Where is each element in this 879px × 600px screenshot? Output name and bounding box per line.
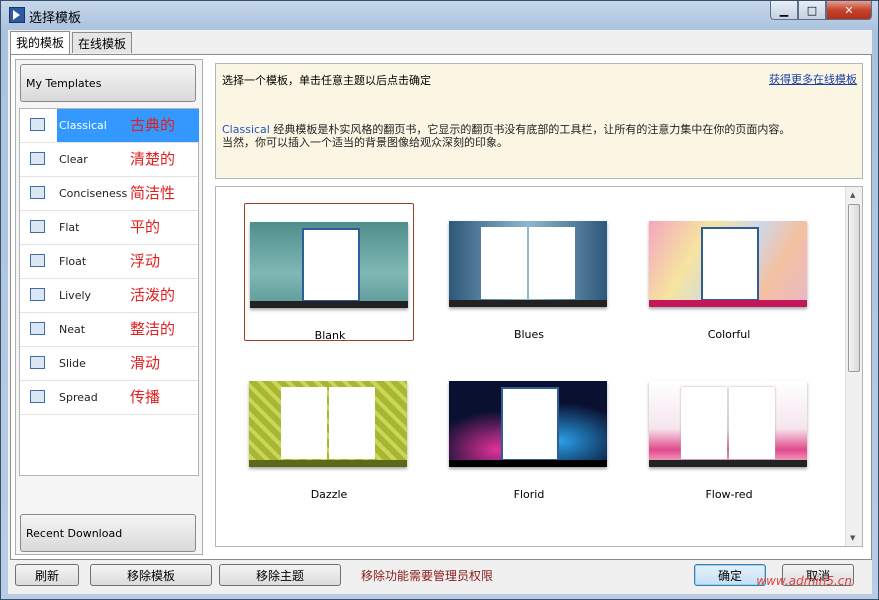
theme-name: Blues xyxy=(513,328,545,341)
lively-icon xyxy=(30,288,45,301)
theme-name: Dazzle xyxy=(310,488,348,501)
more-online-templates-link[interactable]: 获得更多在线模板 xyxy=(769,71,857,87)
recent-download-header[interactable]: Recent Download xyxy=(20,514,196,552)
template-item-classical[interactable]: Classical 古典的 xyxy=(20,109,199,143)
my-templates-header[interactable]: My Templates xyxy=(20,64,196,102)
close-icon: ✕ xyxy=(844,3,854,17)
theme-card-blues[interactable]: Blues xyxy=(444,203,614,341)
template-item-cn-label: 简洁性 xyxy=(130,184,176,202)
template-item-neat[interactable]: Neat 整洁的 xyxy=(20,313,198,347)
gallery-scrollbar[interactable]: ▲ ▼ xyxy=(845,187,862,546)
template-item-clear[interactable]: Clear 清楚的 xyxy=(20,143,198,177)
template-item-label: Lively xyxy=(59,289,92,302)
template-item-label: Flat xyxy=(59,221,80,234)
template-detail: 选择一个模板，单击任意主题以后点击确定 获得更多在线模板 Classical 经… xyxy=(211,59,867,555)
maximize-icon: □ xyxy=(806,3,818,17)
template-item-cn-label: 清楚的 xyxy=(130,150,176,168)
theme-thumbnail xyxy=(249,381,407,467)
dialog-client: 我的模板 在线模板 My Templates Classical 古典的 Cle… xyxy=(8,30,872,594)
scroll-thumb[interactable] xyxy=(848,204,860,372)
button-bar: 刷新 移除模板 移除主题 移除功能需要管理员权限 确定 取消 www.admin… xyxy=(8,564,872,594)
theme-name: Flow-red xyxy=(705,488,753,501)
app-icon xyxy=(9,7,25,23)
tab-content: My Templates Classical 古典的 Clear 清楚的 Con… xyxy=(10,54,872,560)
template-item-cn-label: 整洁的 xyxy=(130,320,176,338)
theme-gallery: Blank Blues Colorful Dazzle Florid Flow-… xyxy=(215,186,863,547)
template-item-spread[interactable]: Spread 传播 xyxy=(20,381,198,415)
description-template-name: Classical xyxy=(222,123,270,136)
tab-online-templates[interactable]: 在线模板 xyxy=(72,32,133,53)
theme-thumbnail xyxy=(649,381,807,467)
theme-card-colorful[interactable]: Colorful xyxy=(644,203,814,341)
template-list: Classical 古典的 Clear 清楚的 Conciseness 简洁性 xyxy=(19,108,199,476)
slide-icon xyxy=(30,356,45,369)
theme-thumbnail xyxy=(649,221,807,307)
minimize-icon: ▁ xyxy=(779,3,789,17)
instruction-text: 选择一个模板，单击任意主题以后点击确定 xyxy=(222,74,431,87)
theme-name: Blank xyxy=(314,329,346,342)
title-bar[interactable]: 选择模板 ▁ □ ✕ xyxy=(1,1,878,29)
spread-icon xyxy=(30,390,45,403)
minimize-button[interactable]: ▁ xyxy=(770,1,798,20)
template-description: Classical 经典模板是朴实风格的翻页书，它显示的翻页书没有底部的工具栏，… xyxy=(222,123,790,149)
theme-card-dazzle[interactable]: Dazzle xyxy=(244,363,414,501)
scroll-up-icon[interactable]: ▲ xyxy=(850,191,855,199)
template-dialog: 选择模板 ▁ □ ✕ 我的模板 在线模板 My Templates Classi… xyxy=(0,0,879,600)
admin-warning: 移除功能需要管理员权限 xyxy=(361,569,494,583)
template-item-flat[interactable]: Flat 平的 xyxy=(20,211,198,245)
classical-icon xyxy=(30,118,45,131)
scroll-down-icon[interactable]: ▼ xyxy=(850,534,855,542)
template-item-slide[interactable]: Slide 滑动 xyxy=(20,347,198,381)
theme-thumbnail xyxy=(449,221,607,307)
conciseness-icon xyxy=(30,186,45,199)
template-item-cn-label: 平的 xyxy=(130,218,161,236)
template-sidebar: My Templates Classical 古典的 Clear 清楚的 Con… xyxy=(15,59,203,555)
theme-card-flow-red[interactable]: Flow-red xyxy=(644,363,814,501)
template-item-label: Spread xyxy=(59,391,98,404)
template-item-cn-label: 古典的 xyxy=(130,116,176,134)
template-item-cn-label: 滑动 xyxy=(130,354,161,372)
remove-theme-button[interactable]: 移除主题 xyxy=(219,564,341,586)
remove-template-button[interactable]: 移除模板 xyxy=(90,564,212,586)
float-icon xyxy=(30,254,45,267)
template-item-cn-label: 浮动 xyxy=(130,252,161,270)
template-item-label: Slide xyxy=(59,357,86,370)
maximize-button[interactable]: □ xyxy=(798,1,826,20)
template-item-label: Neat xyxy=(59,323,86,336)
theme-name: Colorful xyxy=(707,328,751,341)
neat-icon xyxy=(30,322,45,335)
template-item-label: Classical xyxy=(57,109,199,142)
theme-name: Florid xyxy=(513,488,545,501)
window-title: 选择模板 xyxy=(29,11,82,26)
flat-icon xyxy=(30,220,45,233)
theme-thumbnail xyxy=(449,381,607,467)
watermark-text: www.admin5.cn xyxy=(756,574,852,588)
template-item-label: Conciseness xyxy=(59,187,128,200)
template-item-cn-label: 活泼的 xyxy=(130,286,176,304)
template-item-float[interactable]: Float 浮动 xyxy=(20,245,198,279)
refresh-button[interactable]: 刷新 xyxy=(15,564,79,586)
description-line-2: 当然，你可以插入一个适当的背景图像给观众深刻的印象。 xyxy=(222,136,508,149)
close-button[interactable]: ✕ xyxy=(826,1,872,20)
description-box: 选择一个模板，单击任意主题以后点击确定 获得更多在线模板 Classical 经… xyxy=(215,63,863,179)
description-line-1: 经典模板是朴实风格的翻页书，它显示的翻页书没有底部的工具栏，让所有的注意力集中在… xyxy=(269,123,791,136)
theme-thumbnail xyxy=(250,222,408,308)
template-item-conciseness[interactable]: Conciseness 简洁性 xyxy=(20,177,198,211)
template-item-label: Clear xyxy=(59,153,88,166)
theme-card-blank[interactable]: Blank xyxy=(244,203,414,342)
theme-card-florid[interactable]: Florid xyxy=(444,363,614,501)
template-item-label: Float xyxy=(59,255,87,268)
ok-button[interactable]: 确定 xyxy=(694,564,766,586)
tab-my-templates[interactable]: 我的模板 xyxy=(10,31,71,55)
clear-icon xyxy=(30,152,45,165)
template-item-lively[interactable]: Lively 活泼的 xyxy=(20,279,198,313)
template-item-cn-label: 传播 xyxy=(130,388,161,406)
